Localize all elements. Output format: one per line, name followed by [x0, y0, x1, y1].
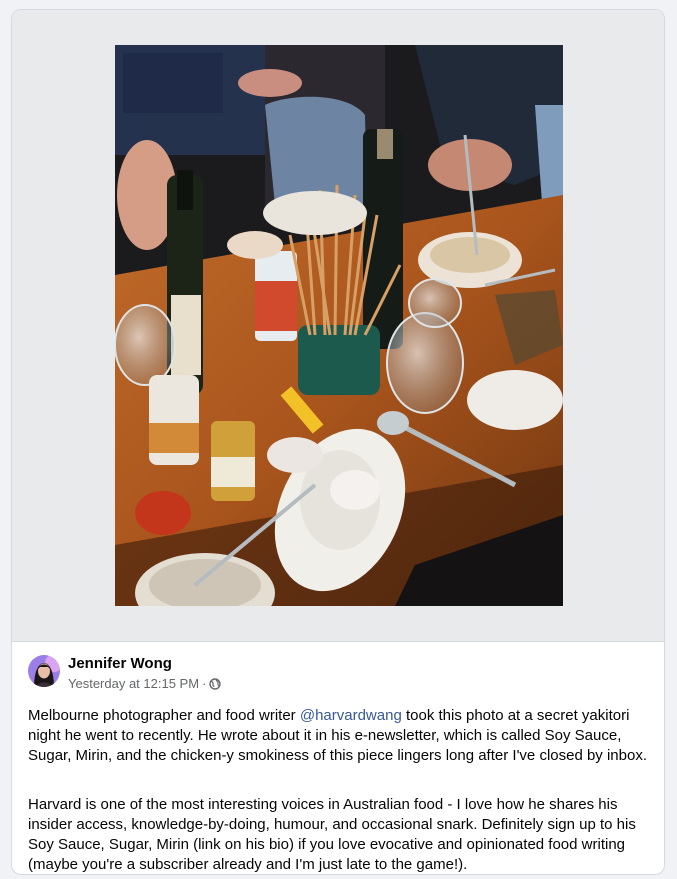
post-photo[interactable] — [115, 45, 563, 606]
post-media — [12, 10, 664, 642]
author-avatar[interactable] — [28, 655, 60, 687]
mention-link[interactable]: @harvardwang — [300, 707, 402, 724]
post-body: Jennifer Wong Yesterday at 12:15 PM · Me… — [12, 642, 664, 874]
paragraph-1-start: Melbourne photographer and food writer — [28, 707, 300, 724]
avatar-image — [28, 655, 60, 687]
meta-separator: · — [202, 676, 207, 691]
globe-icon[interactable] — [209, 677, 222, 690]
post-paragraph-1: Melbourne photographer and food writer @… — [28, 706, 650, 766]
post-meta: Yesterday at 12:15 PM · — [68, 676, 222, 691]
post-timestamp[interactable]: Yesterday at 12:15 PM — [68, 676, 199, 691]
post-card: Jennifer Wong Yesterday at 12:15 PM · Me… — [11, 9, 665, 875]
post-paragraph-2: Harvard is one of the most interesting v… — [28, 796, 636, 873]
author-name[interactable]: Jennifer Wong — [68, 655, 172, 672]
